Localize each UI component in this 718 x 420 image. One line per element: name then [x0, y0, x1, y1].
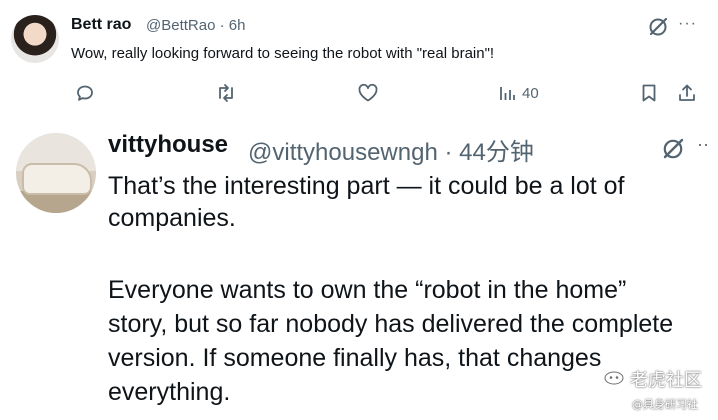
- tweet-text: Wow, really looking forward to seeing th…: [71, 45, 495, 62]
- display-name[interactable]: vittyhouse: [108, 131, 228, 159]
- reply-button[interactable]: [75, 82, 95, 104]
- watermark-title: 老虎社区: [630, 370, 702, 391]
- retweet-button[interactable]: [215, 82, 237, 104]
- avatar[interactable]: [11, 15, 59, 63]
- bookmark-button[interactable]: [641, 82, 657, 104]
- avatar-car: [22, 163, 92, 195]
- views-count: 40: [522, 84, 539, 102]
- watermark-logo-icon: [604, 371, 624, 385]
- more-options-icon[interactable]: ··: [697, 134, 709, 155]
- grok-icon[interactable]: [647, 16, 669, 38]
- tweet-text-line: Everyone wants to own the “robot in the …: [108, 276, 627, 304]
- share-icon: [679, 84, 695, 101]
- tweet-text-line: story, but so far nobody has delivered t…: [108, 310, 674, 338]
- tweet-text-line: version. If someone finally has, that ch…: [108, 344, 602, 372]
- share-button[interactable]: [677, 82, 697, 104]
- views-button[interactable]: 40: [498, 82, 539, 104]
- analytics-icon: [500, 87, 515, 100]
- avatar[interactable]: [16, 133, 96, 213]
- tweet-text-line: everything.: [108, 378, 231, 406]
- more-options-icon[interactable]: ···: [678, 15, 697, 33]
- watermark-subtitle: @具身研习社: [632, 398, 698, 411]
- handle-and-time[interactable]: @vittyhousewngh · 44分钟: [248, 132, 534, 167]
- like-button[interactable]: [357, 82, 379, 104]
- display-name[interactable]: Bett rao: [71, 16, 131, 34]
- bookmark-icon: [642, 84, 656, 102]
- tweet-text-line: companies.: [108, 204, 236, 232]
- grok-icon[interactable]: [661, 137, 685, 161]
- reply-icon: [77, 85, 93, 101]
- heart-icon: [358, 83, 378, 102]
- retweet-icon: [219, 84, 233, 102]
- handle-and-time[interactable]: @BettRao · 6h: [146, 17, 245, 34]
- tweet-text-line: That’s the interesting part — it could b…: [108, 172, 625, 200]
